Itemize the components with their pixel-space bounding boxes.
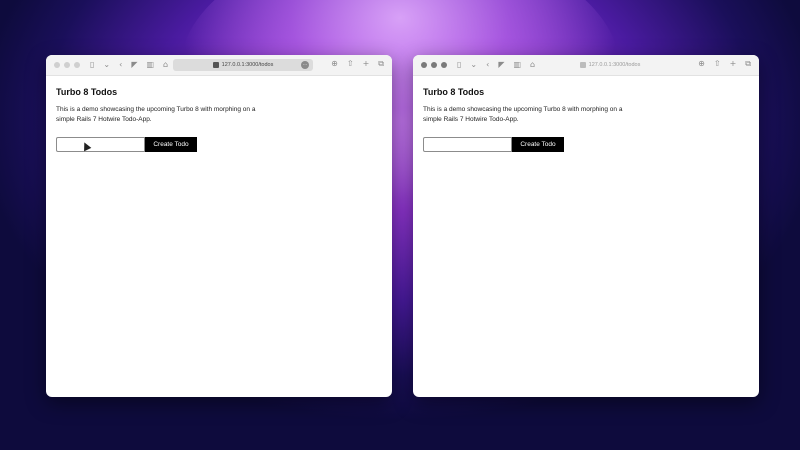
shield-icon[interactable]: ⌂ — [163, 61, 168, 69]
minimize-window-button[interactable] — [64, 62, 70, 68]
window-controls — [421, 62, 447, 68]
chevron-left-icon[interactable]: ‹ — [486, 61, 489, 69]
download-icon[interactable]: ⊕ — [698, 60, 705, 68]
plus-icon[interactable]: + — [363, 60, 370, 68]
close-window-button[interactable] — [421, 62, 427, 68]
chevron-down-icon[interactable]: ⌄ — [470, 61, 477, 69]
trash-icon[interactable]: ▥ — [146, 61, 154, 69]
toolbar-right-icons: ⊕ ⇧ + ⧉ — [331, 60, 384, 68]
zoom-window-button[interactable] — [74, 62, 80, 68]
address-text: 127.0.0.1:3000/todos — [588, 62, 641, 68]
chevron-left-icon[interactable]: ‹ — [119, 61, 122, 69]
zoom-window-button[interactable] — [441, 62, 447, 68]
sidebar-icon[interactable]: ▯ — [90, 61, 94, 69]
todo-form: Create Todo — [423, 137, 749, 152]
browser-toolbar: ▯ ⌄ ‹ ◤ ▥ ⌂ 127.0.0.1:3000/todos ⋯ ⊕ ⇧ +… — [46, 55, 392, 76]
extension-icon[interactable]: ◤ — [131, 61, 137, 69]
page-title: Turbo 8 Todos — [423, 87, 485, 97]
sidebar-icon[interactable]: ▯ — [457, 61, 461, 69]
shield-icon[interactable]: ⌂ — [530, 61, 535, 69]
todo-input[interactable] — [56, 137, 145, 152]
favicon-icon — [579, 62, 586, 68]
page-description: This is a demo showcasing the upcoming T… — [423, 106, 623, 123]
browser-window-left: ▯ ⌄ ‹ ◤ ▥ ⌂ 127.0.0.1:3000/todos ⋯ ⊕ ⇧ +… — [46, 55, 392, 397]
address-bar[interactable]: 127.0.0.1:3000/todos — [540, 59, 680, 71]
extension-icon[interactable]: ◤ — [498, 61, 504, 69]
tabs-icon[interactable]: ⧉ — [745, 60, 751, 68]
toolbar-right-icons: ⊕ ⇧ + ⧉ — [698, 60, 751, 68]
browser-toolbar: ▯ ⌄ ‹ ◤ ▥ ⌂ 127.0.0.1:3000/todos ⊕ ⇧ + ⧉ — [413, 55, 759, 76]
close-window-button[interactable] — [54, 62, 60, 68]
minimize-window-button[interactable] — [431, 62, 437, 68]
share-icon[interactable]: ⇧ — [347, 60, 354, 68]
todo-input[interactable] — [423, 137, 512, 152]
todo-form: Create Todo — [56, 137, 382, 152]
window-controls — [54, 62, 80, 68]
page-description: This is a demo showcasing the upcoming T… — [56, 106, 256, 123]
address-text: 127.0.0.1:3000/todos — [221, 62, 274, 68]
page-content: Turbo 8 Todos This is a demo showcasing … — [413, 76, 759, 163]
address-bar[interactable]: 127.0.0.1:3000/todos ⋯ — [173, 59, 313, 71]
tabs-icon[interactable]: ⧉ — [378, 60, 384, 68]
trash-icon[interactable]: ▥ — [513, 61, 521, 69]
plus-icon[interactable]: + — [730, 60, 737, 68]
create-todo-button[interactable]: Create Todo — [145, 137, 197, 152]
reader-icon[interactable]: ⋯ — [301, 61, 309, 69]
download-icon[interactable]: ⊕ — [331, 60, 338, 68]
page-title: Turbo 8 Todos — [56, 87, 118, 97]
favicon-icon — [212, 62, 219, 68]
create-todo-button[interactable]: Create Todo — [512, 137, 564, 152]
page-content: Turbo 8 Todos This is a demo showcasing … — [46, 76, 392, 163]
chevron-down-icon[interactable]: ⌄ — [103, 61, 110, 69]
share-icon[interactable]: ⇧ — [714, 60, 721, 68]
browser-window-right: ▯ ⌄ ‹ ◤ ▥ ⌂ 127.0.0.1:3000/todos ⊕ ⇧ + ⧉… — [413, 55, 759, 397]
